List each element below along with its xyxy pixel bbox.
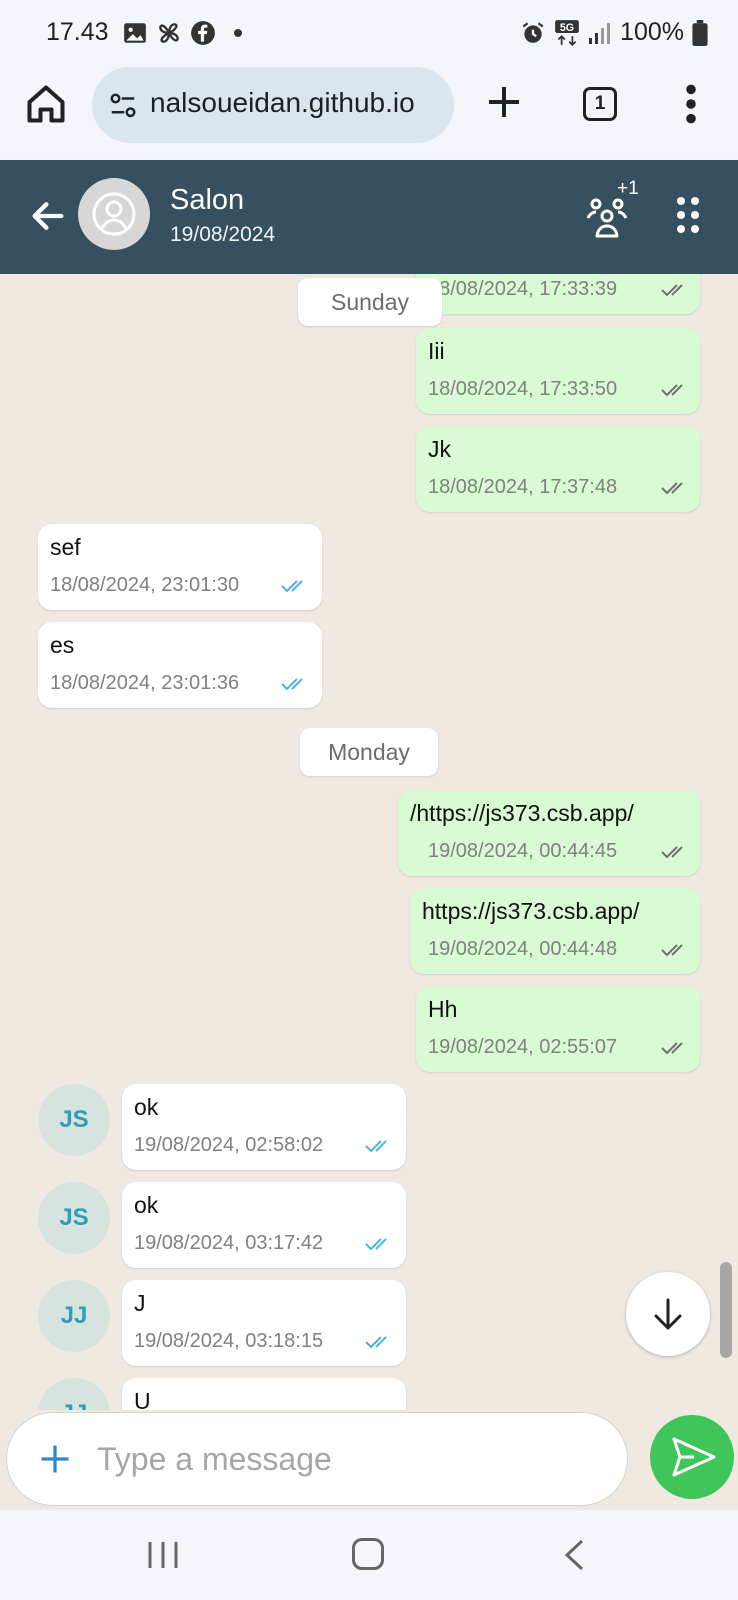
message-text: ok: [134, 1192, 159, 1218]
plus-icon[interactable]: [37, 1441, 73, 1477]
browser-menu-icon[interactable]: [679, 82, 703, 126]
home-nav-icon[interactable]: [352, 1538, 384, 1570]
message-text: J: [134, 1290, 146, 1316]
message-time: 18/08/2024, 23:01:30: [50, 574, 240, 596]
recent-apps-icon[interactable]: [146, 1540, 180, 1570]
message-time: 18/08/2024, 17:33:50: [428, 378, 618, 400]
system-nav-bar: [0, 1510, 738, 1600]
double-check-read-icon: [365, 1140, 387, 1153]
message-composer: [0, 1410, 738, 1510]
message-text: https://js373.csb.app/: [422, 898, 640, 924]
double-check-icon: [661, 1042, 683, 1055]
double-check-icon: [661, 944, 683, 957]
message-bubble[interactable]: Hh 19/08/2024, 02:55:07: [416, 986, 700, 1072]
message-list[interactable]: 18/08/2024, 17:33:39 Sunday Iii 18/08/20…: [0, 274, 738, 1410]
new-tab-icon[interactable]: [484, 82, 524, 122]
battery-icon: [692, 19, 708, 46]
double-check-read-icon: [281, 678, 303, 691]
home-icon[interactable]: [24, 82, 68, 126]
message-text: sef: [50, 534, 81, 560]
back-arrow-icon[interactable]: [28, 196, 68, 236]
double-check-icon: [661, 482, 683, 495]
network-5g-icon: 5G: [555, 19, 579, 46]
chat-date: 19/08/2024: [170, 223, 276, 246]
arrow-down-icon: [654, 1298, 682, 1330]
alarm-icon: [522, 21, 544, 43]
message-bubble[interactable]: Jk 18/08/2024, 17:37:48: [416, 426, 700, 512]
chat-avatar[interactable]: [78, 178, 150, 250]
message-text: Hh: [428, 996, 458, 1022]
message-text: U: [134, 1388, 151, 1410]
message-text: Iii: [428, 338, 445, 364]
message-time: 19/08/2024, 03:17:42: [134, 1232, 324, 1254]
facebook-icon: [191, 21, 215, 45]
user-avatar[interactable]: JS: [38, 1182, 110, 1254]
chat-title: Salon: [170, 184, 245, 216]
message-bubble[interactable]: U: [122, 1378, 406, 1410]
more-notifications-dot: [234, 29, 242, 37]
svg-text:5G: 5G: [560, 21, 574, 33]
message-text: Jk: [428, 436, 451, 462]
back-nav-icon[interactable]: [562, 1538, 586, 1572]
user-avatar[interactable]: JS: [38, 1084, 110, 1156]
message-text: /https://js373.csb.app/: [410, 800, 634, 826]
message-time: 19/08/2024, 03:18:15: [134, 1330, 324, 1352]
message-bubble[interactable]: https://js373.csb.app/ 19/08/2024, 00:44…: [410, 888, 700, 974]
message-time: 19/08/2024, 02:58:02: [134, 1134, 324, 1156]
day-separator: Monday: [300, 728, 438, 776]
message-text: es: [50, 632, 75, 658]
scrollbar-thumb[interactable]: [720, 1262, 732, 1358]
tab-switcher-button[interactable]: 1: [583, 87, 617, 121]
notification-icons: [122, 20, 242, 46]
browser-toolbar: nalsoueidan.github.io 1: [0, 64, 738, 160]
double-check-read-icon: [365, 1238, 387, 1251]
message-time: 19/08/2024, 00:44:48: [428, 938, 618, 960]
members-extra-count: +1: [617, 178, 639, 199]
url-text[interactable]: nalsoueidan.github.io: [150, 87, 415, 119]
message-bubble[interactable]: sef 18/08/2024, 23:01:30: [38, 524, 322, 610]
message-time: 18/08/2024, 17:37:48: [428, 476, 618, 498]
message-bubble[interactable]: ok 19/08/2024, 02:58:02: [122, 1084, 406, 1170]
address-bar[interactable]: nalsoueidan.github.io: [92, 67, 454, 143]
day-separator: Sunday: [298, 278, 442, 326]
send-button[interactable]: [650, 1415, 734, 1499]
message-time: 18/08/2024, 17:33:39: [428, 278, 618, 300]
message-bubble[interactable]: ok 19/08/2024, 03:17:42: [122, 1182, 406, 1268]
message-bubble[interactable]: J 19/08/2024, 03:18:15: [122, 1280, 406, 1366]
message-input[interactable]: [97, 1437, 597, 1481]
message-time: 19/08/2024, 00:44:45: [428, 840, 618, 862]
double-check-icon: [661, 846, 683, 859]
message-bubble[interactable]: Iii 18/08/2024, 17:33:50: [416, 328, 700, 414]
message-text: ok: [134, 1094, 159, 1120]
double-check-icon: [661, 384, 683, 397]
message-time: 18/08/2024, 23:01:36: [50, 672, 240, 694]
status-time: 17.43: [46, 18, 109, 46]
message-bubble[interactable]: /https://js373.csb.app/ 19/08/2024, 00:4…: [398, 790, 700, 876]
signal-icon: [589, 22, 611, 44]
chat-header: Salon 19/08/2024 +1: [0, 160, 738, 274]
user-avatar[interactable]: JJ: [38, 1378, 110, 1410]
message-time: 19/08/2024, 02:55:07: [428, 1036, 618, 1058]
pinwheel-icon: [159, 23, 179, 43]
site-settings-icon[interactable]: [108, 91, 138, 121]
scroll-to-bottom-button[interactable]: [626, 1272, 710, 1356]
battery-percent: 100%: [620, 18, 684, 46]
user-circle-icon: [92, 192, 136, 236]
gallery-icon: [124, 23, 146, 43]
double-check-icon: [661, 284, 683, 297]
double-check-read-icon: [281, 580, 303, 593]
status-right: 5G 100%: [520, 18, 708, 47]
message-bubble[interactable]: es 18/08/2024, 23:01:36: [38, 622, 322, 708]
message-bubble[interactable]: 18/08/2024, 17:33:39: [416, 274, 700, 314]
members-button[interactable]: +1: [584, 178, 644, 242]
dots-grid-icon[interactable]: [676, 196, 702, 234]
double-check-read-icon: [365, 1336, 387, 1349]
user-avatar[interactable]: JJ: [38, 1280, 110, 1352]
status-bar: 17.43 5G 100%: [0, 0, 738, 64]
send-icon: [672, 1437, 716, 1477]
message-input-container[interactable]: [6, 1412, 628, 1506]
